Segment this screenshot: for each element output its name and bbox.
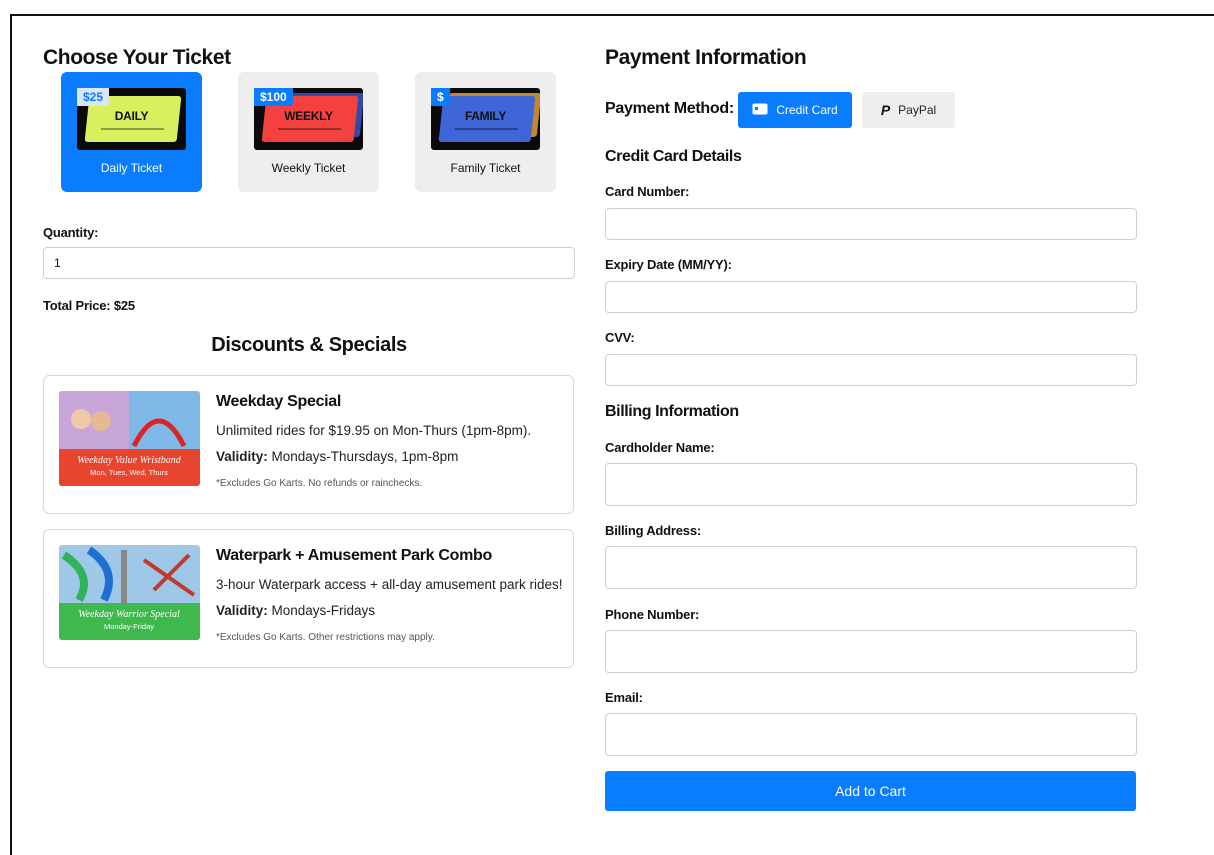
quantity-label: Quantity: — [43, 225, 99, 240]
deal-card-waterpark-combo[interactable]: Weekday Warrior Special Monday-Friday Wa… — [43, 529, 574, 668]
cvv-label: CVV: — [605, 330, 635, 345]
card-number-input[interactable] — [605, 208, 1137, 240]
payment-title: Payment Information — [605, 46, 807, 69]
deal-note: *Excludes Go Karts. Other restrictions m… — [216, 632, 435, 643]
weekly-ticket-label: Weekly Ticket — [271, 161, 346, 175]
total-price: Total Price: $25 — [43, 298, 135, 313]
payment-method-label: Payment Method: — [605, 100, 734, 117]
deal-card-weekday-special[interactable]: Weekday Value Wristband Mon, Tues, Wed, … — [43, 375, 574, 514]
daily-price-badge: $25 — [77, 88, 110, 106]
credit-card-label: Credit Card — [776, 103, 838, 117]
credit-card-button[interactable]: Credit Card — [738, 92, 852, 128]
svg-text:Mon, Tues, Wed, Thurs: Mon, Tues, Wed, Thurs — [90, 468, 168, 477]
svg-text:Weekday Warrior Special: Weekday Warrior Special — [78, 609, 180, 620]
ticket-card-weekly[interactable]: WEEKLY $100 Weekly Ticket — [238, 72, 379, 192]
deal-validity: Validity: Mondays-Thursdays, 1pm-8pm — [216, 449, 459, 464]
svg-text:Monday-Friday: Monday-Friday — [104, 622, 154, 631]
address-input[interactable] — [605, 546, 1137, 589]
ticket-card-daily[interactable]: DAILY $25 Daily Ticket — [61, 72, 202, 192]
phone-label: Phone Number: — [605, 607, 700, 622]
quantity-input[interactable] — [43, 247, 575, 279]
phone-input[interactable] — [605, 630, 1137, 673]
deal-title: Waterpark + Amusement Park Combo — [216, 547, 492, 564]
email-label: Email: — [605, 690, 643, 705]
deal-validity: Validity: Mondays-Fridays — [216, 603, 376, 618]
discounts-title: Discounts & Specials — [211, 334, 407, 356]
expiry-input[interactable] — [605, 281, 1137, 313]
billing-title: Billing Information — [605, 403, 739, 420]
ticket-card-family[interactable]: FAMILY $ Family Ticket — [415, 72, 556, 192]
deal-description: 3-hour Waterpark access + all-day amusem… — [216, 577, 563, 592]
cvv-input[interactable] — [605, 354, 1137, 386]
add-to-cart-button[interactable]: Add to Cart — [605, 771, 1136, 811]
paypal-button[interactable]: P PayPal — [862, 92, 955, 128]
family-ticket-label: Family Ticket — [450, 161, 521, 175]
deal-description: Unlimited rides for $19.95 on Mon-Thurs … — [216, 423, 532, 438]
card-number-label: Card Number: — [605, 184, 690, 199]
cardholder-label: Cardholder Name: — [605, 440, 715, 455]
daily-ticket-label: Daily Ticket — [100, 161, 163, 175]
waterpark-combo-image: Weekday Warrior Special Monday-Friday — [59, 545, 200, 640]
deal-note: *Excludes Go Karts. No refunds or rainch… — [216, 478, 423, 489]
email-input[interactable] — [605, 713, 1137, 756]
weekday-special-image: Weekday Value Wristband Mon, Tues, Wed, … — [59, 391, 200, 486]
page-frame: Choose Your Ticket DAILY $25 Daily Ticke… — [10, 14, 1214, 855]
card-details-title: Credit Card Details — [605, 148, 742, 165]
cardholder-input[interactable] — [605, 463, 1137, 506]
family-price-badge: $ — [431, 88, 450, 106]
credit-card-icon — [752, 103, 768, 118]
weekly-price-badge: $100 — [254, 88, 293, 106]
paypal-label: PayPal — [898, 103, 937, 117]
ticket-section-title: Choose Your Ticket — [43, 46, 231, 69]
deal-title: Weekday Special — [216, 393, 342, 410]
paypal-icon: P — [880, 102, 891, 118]
svg-text:Weekday Value Wristband: Weekday Value Wristband — [77, 455, 182, 466]
expiry-label: Expiry Date (MM/YY): — [605, 257, 732, 272]
address-label: Billing Address: — [605, 523, 701, 538]
